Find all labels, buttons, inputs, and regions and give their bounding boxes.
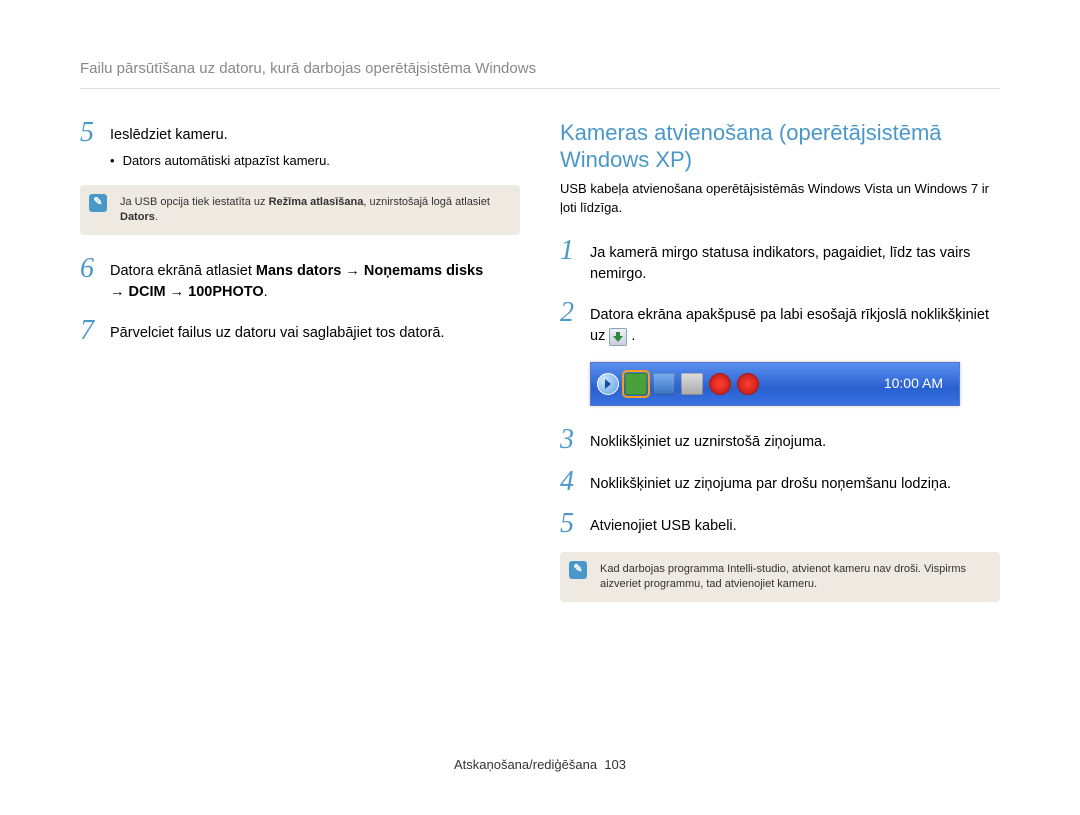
step-number: 6: [80, 255, 98, 303]
step-text: Datora ekrāna apakšpusē pa labi esošajā …: [590, 307, 989, 344]
tray-icon[interactable]: [681, 373, 703, 395]
note-text: , uznirstošajā logā atlasiet: [363, 196, 490, 208]
left-column: 5 Ieslēdziet kameru. Dators automātiski …: [80, 119, 520, 623]
section-title: Kameras atvienošana (operētājsistēmā Win…: [560, 119, 1000, 174]
step-5: 5 Ieslēdziet kameru. Dators automātiski …: [80, 119, 520, 171]
path-part: Noņemams disks: [364, 263, 483, 279]
step-7: 7 Pārvelciet failus uz datoru vai saglab…: [80, 317, 520, 345]
step-number: 5: [560, 510, 578, 538]
arrow: →: [166, 284, 189, 300]
note-bold: Režīma atlasīšana: [269, 196, 364, 208]
step-r5: 5 Atvienojiet USB kabeli.: [560, 510, 1000, 538]
step-r4: 4 Noklikšķiniet uz ziņojuma par drošu no…: [560, 468, 1000, 496]
step-text: Datora ekrānā atlasiet: [110, 263, 256, 279]
step-number: 5: [80, 119, 98, 171]
info-icon: ✎: [89, 194, 107, 212]
note-text: Kad darbojas programma Intelli-studio, a…: [600, 563, 966, 590]
right-column: Kameras atvienošana (operētājsistēmā Win…: [560, 119, 1000, 623]
tray-icon[interactable]: [737, 373, 759, 395]
arrow: →: [341, 263, 364, 279]
step-text: Noklikšķiniet uz uznirstošā ziņojuma.: [590, 434, 826, 450]
step-text: Ieslēdziet kameru.: [110, 127, 228, 143]
taskbar-clock: 10:00 AM: [884, 373, 949, 393]
step-number: 2: [560, 299, 578, 347]
step-r3: 3 Noklikšķiniet uz uznirstošā ziņojuma.: [560, 426, 1000, 454]
footer-section: Atskaņošana/rediģēšana: [454, 757, 597, 772]
step-number: 1: [560, 237, 578, 285]
footer-page: 103: [604, 757, 626, 772]
step-number: 3: [560, 426, 578, 454]
windows-taskbar: 10:00 AM: [590, 362, 960, 406]
info-icon: ✎: [569, 561, 587, 579]
step-text: .: [264, 284, 268, 300]
safely-remove-tray-icon[interactable]: [625, 373, 647, 395]
note-text: Ja USB opcija tiek iestatīta uz: [120, 196, 269, 208]
tray-expand-icon[interactable]: [597, 373, 619, 395]
step-r2: 2 Datora ekrāna apakšpusē pa labi esošaj…: [560, 299, 1000, 347]
bullet-text: Dators automātiski atpazīst kameru.: [123, 152, 330, 171]
step-text: Noklikšķiniet uz ziņojuma par drošu noņe…: [590, 476, 951, 492]
note-bold: Dators: [120, 211, 155, 223]
path-part: Mans dators: [256, 263, 341, 279]
note-text: .: [155, 211, 158, 223]
path-part: 100PHOTO: [188, 284, 264, 300]
volume-tray-icon[interactable]: [709, 373, 731, 395]
step-text: .: [631, 328, 635, 344]
section-subtitle: USB kabeļa atvienošana operētājsistēmās …: [560, 180, 1000, 218]
step-number: 4: [560, 468, 578, 496]
page-header: Failu pārsūtīšana uz datoru, kurā darboj…: [80, 58, 1000, 89]
step-text: Pārvelciet failus uz datoru vai saglabāj…: [110, 325, 445, 341]
page-footer: Atskaņošana/rediģēšana 103: [0, 756, 1080, 775]
arrow: →: [110, 284, 129, 300]
path-part: DCIM: [129, 284, 166, 300]
note-box: ✎ Kad darbojas programma Intelli-studio,…: [560, 552, 1000, 603]
safely-remove-icon: [609, 328, 627, 346]
step-text: Ja kamerā mirgo statusa indikators, paga…: [590, 245, 970, 282]
note-box: ✎ Ja USB opcija tiek iestatīta uz Režīma…: [80, 185, 520, 236]
step-text: Atvienojiet USB kabeli.: [590, 518, 737, 534]
step-bullet: Dators automātiski atpazīst kameru.: [110, 152, 520, 171]
step-number: 7: [80, 317, 98, 345]
tray-icon[interactable]: [653, 373, 675, 395]
step-6: 6 Datora ekrānā atlasiet Mans dators → N…: [80, 255, 520, 303]
step-r1: 1 Ja kamerā mirgo statusa indikators, pa…: [560, 237, 1000, 285]
